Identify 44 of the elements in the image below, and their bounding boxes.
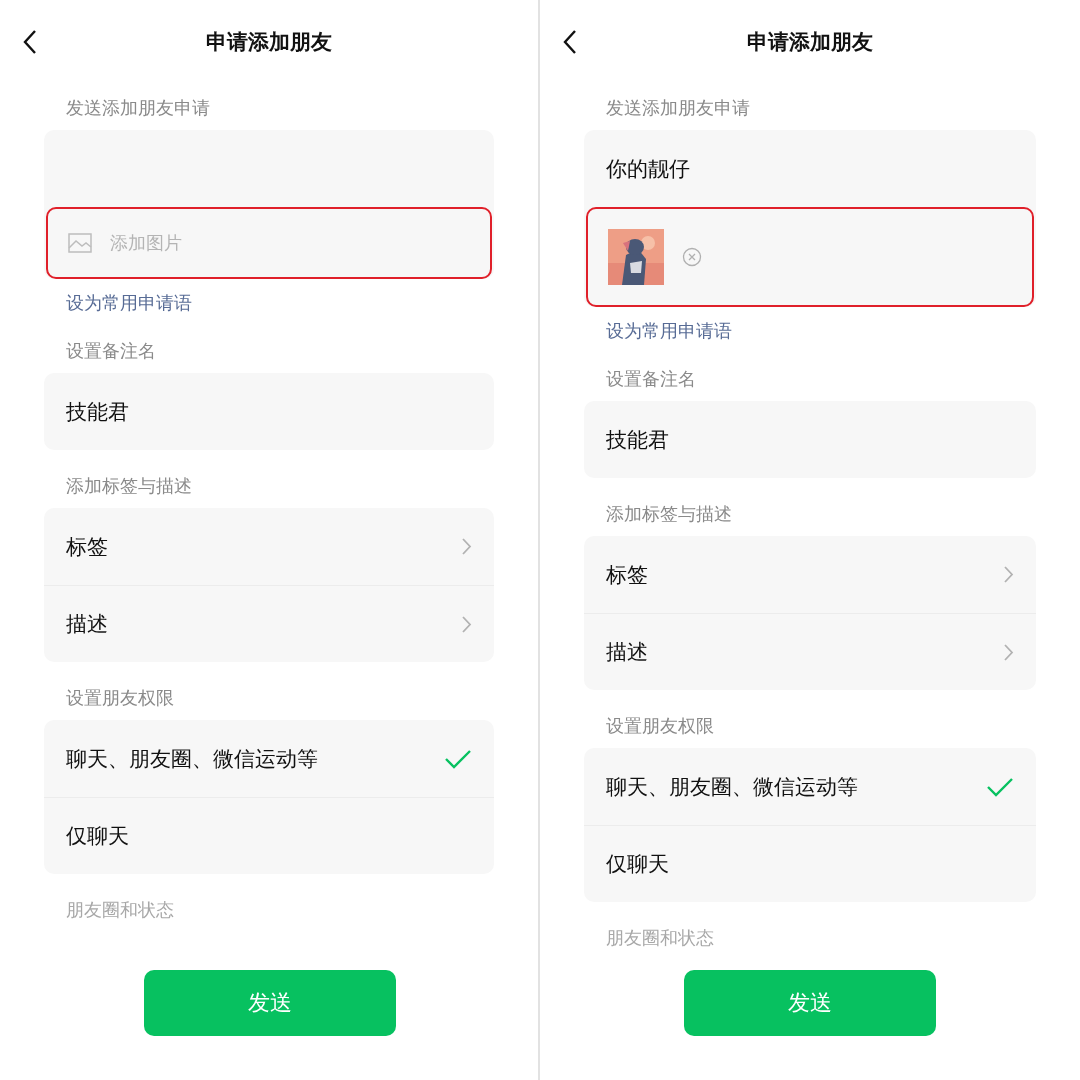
option-label: 聊天、朋友圈、微信运动等 xyxy=(606,773,858,801)
common-phrase-link[interactable]: 设为常用申请语 xyxy=(584,307,1036,343)
option-label: 聊天、朋友圈、微信运动等 xyxy=(66,745,318,773)
check-icon xyxy=(986,776,1014,797)
item-label: 标签 xyxy=(606,561,648,589)
back-icon[interactable] xyxy=(562,29,578,55)
chevron-icon xyxy=(461,537,472,556)
section-heading: 设置朋友权限 xyxy=(605,714,715,738)
section-heading: 添加标签与描述 xyxy=(605,502,733,526)
item-label: 标签 xyxy=(66,533,108,561)
page-title: 申请添加朋友 xyxy=(746,29,874,56)
permission-option[interactable]: 仅聊天 xyxy=(584,825,1036,902)
image-row[interactable] xyxy=(586,207,1034,307)
image-icon xyxy=(68,233,92,253)
section-heading: 发送添加朋友申请 xyxy=(605,96,751,120)
item-label: 描述 xyxy=(606,639,648,666)
chevron-icon xyxy=(1003,565,1014,584)
back-icon[interactable] xyxy=(22,29,38,55)
check-icon xyxy=(444,748,472,769)
section-heading: 添加标签与描述 xyxy=(65,474,193,498)
page-title: 申请添加朋友 xyxy=(205,29,333,56)
list-item[interactable]: 标签 xyxy=(44,508,494,585)
common-phrase-link[interactable]: 设为常用申请语 xyxy=(44,279,494,315)
list-item[interactable]: 标签 xyxy=(584,536,1036,613)
section-heading: 设置朋友权限 xyxy=(65,686,175,710)
permission-option[interactable]: 聊天、朋友圈、微信运动等 xyxy=(44,720,494,797)
option-label: 仅聊天 xyxy=(606,851,669,878)
permission-option[interactable]: 仅聊天 xyxy=(44,797,494,874)
chevron-icon xyxy=(461,614,472,634)
section-heading: 朋友圈和状态 xyxy=(605,926,715,950)
section-heading: 朋友圈和状态 xyxy=(65,898,175,922)
list-item[interactable]: 描述 xyxy=(584,613,1036,690)
list-item[interactable]: 描述 xyxy=(44,585,494,662)
section-heading: 设置备注名 xyxy=(605,367,697,391)
message-field[interactable]: 你的靓仔 xyxy=(584,130,1036,207)
chevron-icon xyxy=(1003,642,1014,662)
permission-option[interactable]: 聊天、朋友圈、微信运动等 xyxy=(584,748,1036,825)
remark-field[interactable]: 技能君 xyxy=(584,401,1036,478)
option-label: 仅聊天 xyxy=(66,823,129,850)
add-image-label: 添加图片 xyxy=(110,231,182,255)
remark-field[interactable]: 技能君 xyxy=(44,373,494,450)
section-heading: 发送添加朋友申请 xyxy=(65,96,211,120)
section-heading: 设置备注名 xyxy=(65,339,157,363)
item-label: 描述 xyxy=(66,611,108,638)
